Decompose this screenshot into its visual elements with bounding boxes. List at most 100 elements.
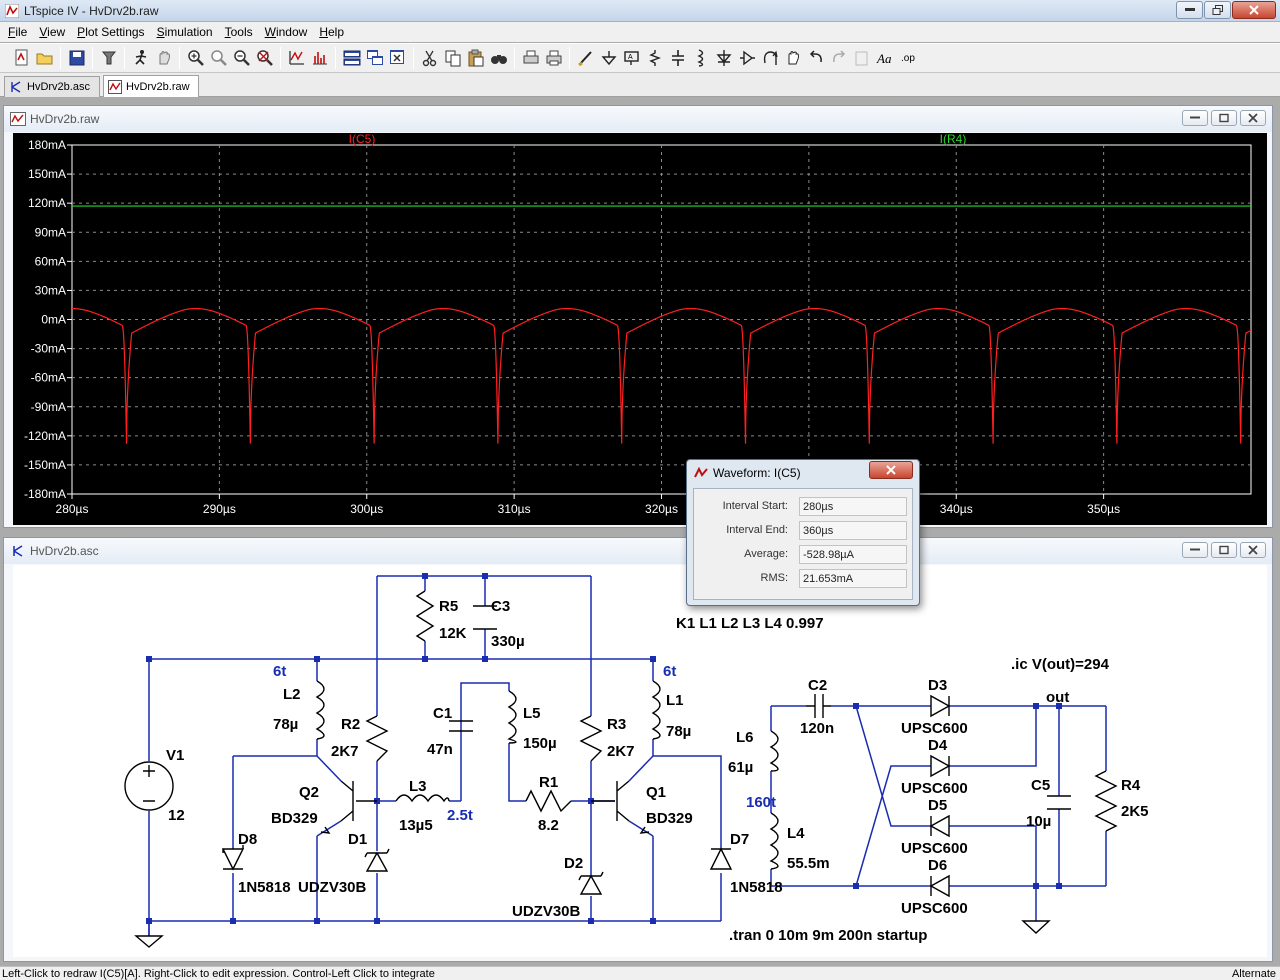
find-button[interactable] <box>487 47 510 70</box>
print-setup-button[interactable] <box>519 47 542 70</box>
inductor-l4[interactable] <box>769 812 779 870</box>
schematic-canvas[interactable]: R5 12K C3 330µ K1 L1 L2 L3 L4 0.997 .ic V(out… <box>13 565 1267 957</box>
diode-d7[interactable] <box>709 847 733 870</box>
fft-button[interactable] <box>308 47 331 70</box>
label-net-button[interactable]: A <box>620 47 643 70</box>
transistor-q1-arrow[interactable] <box>639 826 650 834</box>
menu-view[interactable]: View <box>33 23 71 41</box>
tab-waveform[interactable]: HvDrv2b.raw <box>103 75 199 97</box>
plot-window-title: HvDrv2b.raw <box>30 112 100 126</box>
resistor-r5[interactable] <box>415 590 435 642</box>
capacitor-button[interactable] <box>666 47 689 70</box>
print-button[interactable] <box>542 47 565 70</box>
zoom-in-button[interactable] <box>184 47 207 70</box>
control-panel-button[interactable] <box>97 47 120 70</box>
paste-button[interactable] <box>464 47 487 70</box>
diode-button[interactable] <box>712 47 735 70</box>
paste-disabled-button[interactable] <box>850 47 873 70</box>
run-button[interactable] <box>129 47 152 70</box>
diode-d5[interactable] <box>929 814 950 838</box>
resistor-r4[interactable] <box>1094 770 1118 832</box>
close-button[interactable] <box>1232 1 1276 19</box>
zener-d2[interactable] <box>578 871 604 895</box>
transistor-q2-arrow[interactable] <box>320 826 331 834</box>
zener-d1[interactable] <box>364 848 390 872</box>
open-folder-button[interactable] <box>33 47 56 70</box>
toolbar-separator <box>92 47 93 69</box>
capacitor-c2[interactable] <box>806 694 831 718</box>
close-all-button[interactable] <box>386 47 409 70</box>
resistor-r2[interactable] <box>365 715 389 762</box>
menu-help[interactable]: Help <box>313 23 350 41</box>
wire[interactable] <box>653 755 722 849</box>
spice-directive-button[interactable]: .op <box>896 47 919 70</box>
cascade-button[interactable] <box>363 47 386 70</box>
capacitor-c5[interactable] <box>1047 795 1071 810</box>
inductor-l6[interactable] <box>769 730 779 772</box>
inductor-button[interactable] <box>689 47 712 70</box>
menu-tools[interactable]: Tools <box>219 23 259 41</box>
redo-button[interactable] <box>827 47 850 70</box>
resistor-r1[interactable] <box>525 789 572 813</box>
cut-button[interactable] <box>418 47 441 70</box>
wire[interactable] <box>316 820 342 837</box>
ltspice-icon <box>5 4 19 18</box>
schematic-minimize-button[interactable] <box>1182 542 1208 558</box>
tile-horizontal-button[interactable] <box>340 47 363 70</box>
resistor-r3[interactable] <box>579 715 603 762</box>
document-tabs: HvDrv2b.asc HvDrv2b.raw <box>0 73 1280 97</box>
fft-icon <box>312 52 327 65</box>
draw-wire-button[interactable] <box>574 47 597 70</box>
minimize-button[interactable] <box>1176 1 1203 19</box>
menu-window[interactable]: Window <box>259 23 314 41</box>
rotate-button[interactable] <box>758 47 781 70</box>
text-button[interactable]: Aa <box>873 47 896 70</box>
autorange-button[interactable] <box>285 47 308 70</box>
label-l2v: 78µ <box>273 716 298 733</box>
new-schematic-button[interactable] <box>10 47 33 70</box>
transistor-q1[interactable] <box>591 780 630 822</box>
plot-restore-button[interactable] <box>1211 110 1237 126</box>
inductor-l3[interactable] <box>395 794 450 803</box>
diode-d6[interactable] <box>929 874 950 898</box>
component-button[interactable] <box>735 47 758 70</box>
tab-schematic[interactable]: HvDrv2b.asc <box>4 76 100 97</box>
inductor-l1[interactable] <box>651 680 661 740</box>
menu-plot-settings[interactable]: Plot Settings <box>71 23 150 41</box>
plot-minimize-button[interactable] <box>1182 110 1208 126</box>
schematic-restore-button[interactable] <box>1211 542 1237 558</box>
diode-d3[interactable] <box>930 694 951 718</box>
wire[interactable] <box>460 682 510 801</box>
zoom-fit-button[interactable] <box>253 47 276 70</box>
menu-simulation[interactable]: Simulation <box>151 23 219 41</box>
copy-button[interactable] <box>441 47 464 70</box>
inductor-l2[interactable] <box>315 680 325 740</box>
inductor-l5[interactable] <box>507 690 517 744</box>
diode-d8[interactable] <box>221 845 245 871</box>
plot-close-button[interactable] <box>1240 110 1266 126</box>
drag-button[interactable] <box>781 47 804 70</box>
legend-i-c5[interactable]: I(C5) <box>349 133 376 146</box>
undo-button[interactable] <box>804 47 827 70</box>
zoom-pan-button[interactable] <box>207 47 230 70</box>
ground-button[interactable] <box>597 47 620 70</box>
diode-d4[interactable] <box>930 754 951 778</box>
menu-file[interactable]: File <box>2 23 33 41</box>
waveform-plot[interactable]: 180mA 150mA 120mA 90mA 60mA 30mA 0mA -30mA -60mA… <box>13 133 1267 525</box>
save-button[interactable] <box>65 47 88 70</box>
voltage-source-polarity[interactable] <box>143 765 155 802</box>
zoom-out-button[interactable] <box>230 47 253 70</box>
svg-text:Aa: Aa <box>876 51 892 66</box>
schematic-close-button[interactable] <box>1240 542 1266 558</box>
ground-symbol[interactable] <box>134 935 164 948</box>
junction <box>1033 883 1039 889</box>
restore-button[interactable] <box>1204 1 1231 19</box>
resistor-button[interactable] <box>643 47 666 70</box>
open-folder-icon <box>36 53 52 65</box>
legend-i-r4[interactable]: I(R4) <box>940 133 967 146</box>
transistor-q2[interactable] <box>340 780 377 822</box>
y-tick-label: -90mA <box>31 400 66 414</box>
ground-symbol[interactable] <box>1021 920 1051 934</box>
dialog-close-button[interactable] <box>869 461 913 479</box>
halt-button[interactable] <box>152 47 175 70</box>
